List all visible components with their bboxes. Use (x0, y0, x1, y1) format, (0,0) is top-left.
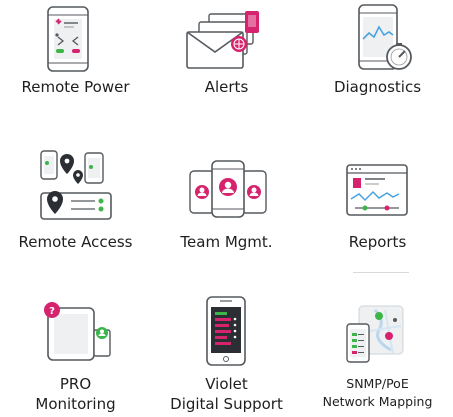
diagnostics-icon (358, 4, 412, 70)
feature-label-line1: Violet (205, 375, 248, 393)
feature-label: Team Mgmt. (180, 233, 273, 251)
feature-label: Alerts (204, 78, 249, 96)
feature-label: Reports (348, 233, 407, 251)
pro-monitoring-icon: ? (44, 302, 111, 361)
violet-digital-support-icon (206, 296, 246, 366)
feature-label-line2: Network Mapping (322, 394, 433, 409)
feature-label: Remote Power (21, 78, 130, 96)
feature-violet-digital-support[interactable]: Violet Digital Support (151, 278, 302, 417)
feature-label-line1: PRO (59, 375, 92, 393)
feature-reports[interactable]: Reports (302, 139, 453, 278)
feature-team-management[interactable]: Team Mgmt. (151, 139, 302, 278)
feature-alerts[interactable]: Alerts (151, 0, 302, 139)
feature-remote-access[interactable]: Remote Access (0, 139, 151, 278)
remote-access-icon (40, 150, 112, 220)
remote-power-icon (47, 6, 89, 72)
snmp-poe-network-mapping-icon (346, 305, 404, 363)
feature-label-line2: Monitoring (35, 395, 116, 413)
feature-pro-monitoring[interactable]: ? PRO Monitoring (0, 278, 151, 417)
feature-snmp-poe-network-mapping[interactable]: SNMP/PoE Network Mapping (302, 278, 453, 417)
divider (353, 272, 409, 273)
feature-remote-power[interactable]: Remote Power (0, 0, 151, 139)
team-management-icon (189, 160, 267, 218)
feature-label: Remote Access (18, 233, 133, 251)
feature-diagnostics[interactable]: Diagnostics (302, 0, 453, 139)
alerts-icon (186, 11, 259, 69)
reports-icon (346, 164, 408, 216)
feature-label: Diagnostics (333, 78, 422, 96)
feature-label-line2: Digital Support (170, 395, 283, 413)
svg-text:?: ? (49, 306, 55, 317)
feature-label-line1: SNMP/PoE (346, 376, 409, 391)
